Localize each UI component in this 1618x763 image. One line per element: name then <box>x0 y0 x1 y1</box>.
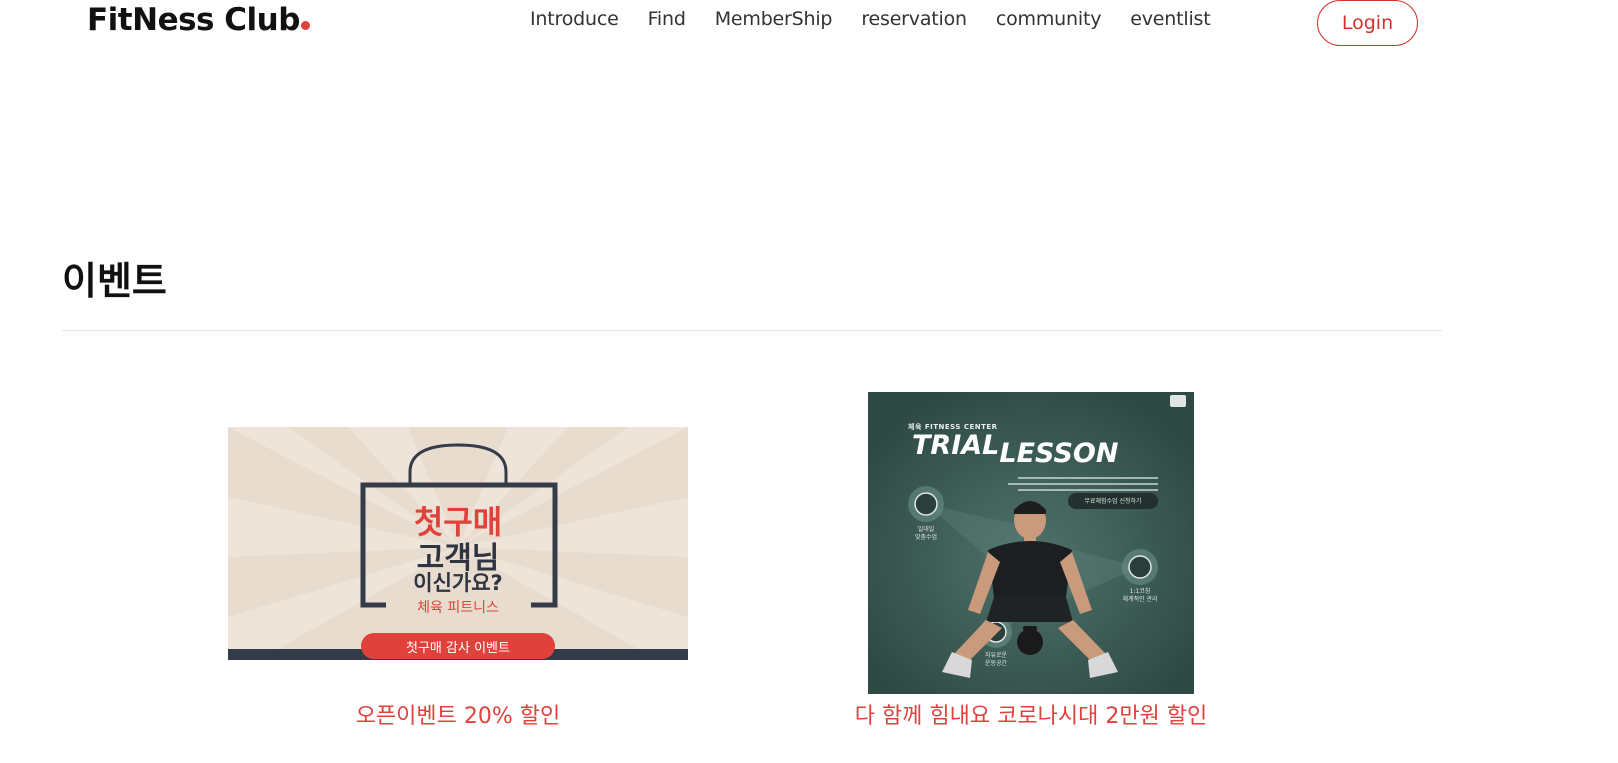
event-title-1[interactable]: 오픈이벤트 20% 할인 <box>228 698 688 730</box>
event-title-2[interactable]: 다 함께 힘내요 코로나시대 2만원 할인 <box>800 698 1262 730</box>
banner-brand: 체육 피트니스 <box>417 600 499 616</box>
logo-text[interactable]: FitNess Club <box>87 2 300 38</box>
site-header: FitNess Club Introduce Find MemberShip r… <box>0 0 1618 50</box>
trial-badge-2: 1:1코칭 체계적인 관리 <box>1122 588 1158 603</box>
nav-reservation[interactable]: reservation <box>861 8 967 30</box>
banner-line-3: 이신가요? <box>413 571 503 595</box>
section-divider <box>62 330 1442 331</box>
banner-cta: 첫구매 감사 이벤트 <box>406 641 510 656</box>
event-banner-trial-lesson[interactable]: 체육 FITNESS CENTER TRIALLESSON 무료체험수업 신청하… <box>868 392 1194 694</box>
main-nav: Introduce Find MemberShip reservation co… <box>530 8 1239 30</box>
trial-pill-label: 무료체험수업 신청하기 <box>1084 498 1142 505</box>
logo-dot <box>300 21 310 30</box>
trial-headline-b: LESSON <box>999 438 1119 469</box>
nav-introduce[interactable]: Introduce <box>530 8 619 30</box>
trial-badge-3: 자유로운 운동공간 <box>984 652 1008 667</box>
trial-badge-1: 일대일 맞춤수업 <box>914 526 938 541</box>
login-button-label: Login <box>1341 12 1394 34</box>
nav-eventlist[interactable]: eventlist <box>1130 8 1210 30</box>
trial-headline: TRIALLESSON <box>912 430 1119 469</box>
event-banner-first-purchase[interactable]: 첫구매 고객님 이신가요? 체육 피트니스 첫구매 감사 이벤트 <box>228 427 688 660</box>
nav-find[interactable]: Find <box>648 8 686 30</box>
page-title: 이벤트 <box>62 259 167 303</box>
site-logo[interactable]: FitNess Club <box>87 2 310 38</box>
login-button[interactable]: Login <box>1317 0 1418 46</box>
nav-community[interactable]: community <box>996 8 1102 30</box>
nav-membership[interactable]: MemberShip <box>715 8 833 30</box>
trial-headline-a: TRIAL <box>912 430 1000 461</box>
